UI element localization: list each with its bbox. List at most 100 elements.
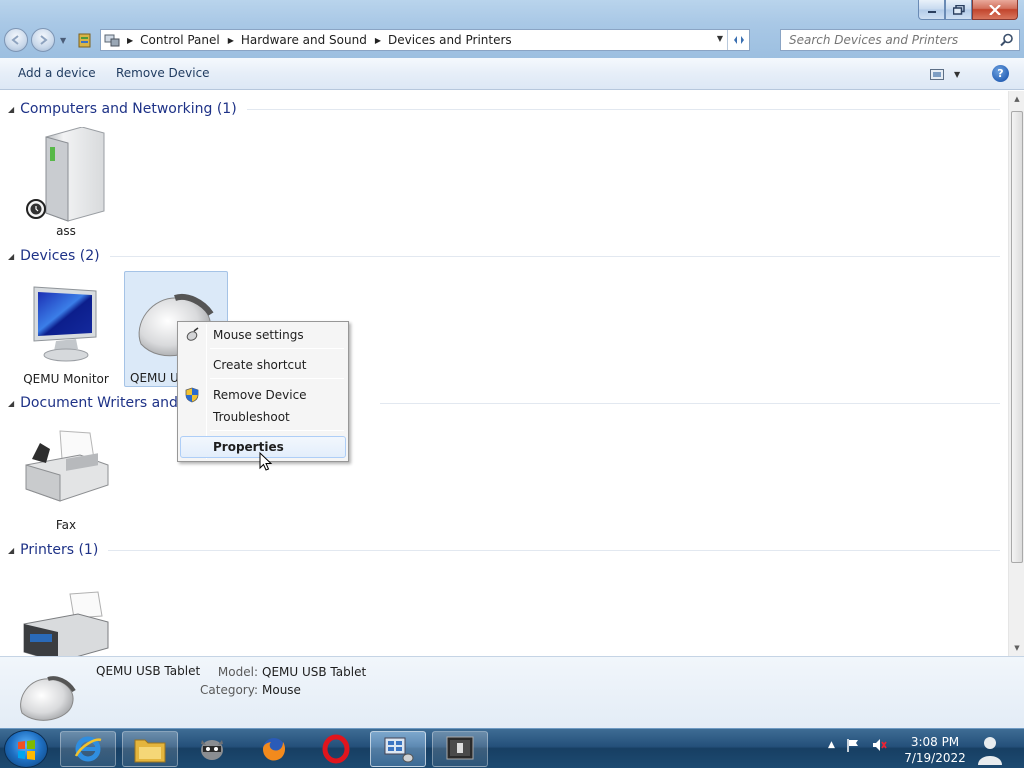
back-arrow-icon <box>11 35 19 45</box>
internet-explorer-icon <box>74 736 102 762</box>
group-title: Printers (1) <box>20 542 99 558</box>
menu-item-label: Properties <box>213 440 284 454</box>
command-bar: Add a device Remove Device ▼ ? <box>0 58 1024 90</box>
taskbar-opera[interactable] <box>308 731 364 767</box>
windows-logo-icon <box>18 740 35 760</box>
selected-device-name: QEMU USB Tablet <box>96 664 201 678</box>
clock-date: 7/19/2022 <box>904 751 966 765</box>
collapse-arrow-icon[interactable]: ◢ <box>8 546 14 555</box>
breadcrumb-separator[interactable]: ▶ <box>375 36 381 45</box>
menu-item-mouse-settings[interactable]: Mouse settings <box>180 324 346 346</box>
taskbar-task-app[interactable] <box>432 731 488 767</box>
taskbar-file-explorer[interactable] <box>122 731 178 767</box>
recent-pages-dropdown[interactable]: ▼ <box>60 36 66 45</box>
scroll-up-arrow-icon[interactable]: ▲ <box>1009 91 1024 107</box>
clock-time: 3:08 PM <box>910 735 960 749</box>
mouse-cursor-icon <box>259 452 273 471</box>
minimize-icon <box>927 10 936 13</box>
menu-item-remove-device[interactable]: Remove Device <box>180 384 346 406</box>
volume-muted-icon[interactable] <box>871 737 887 753</box>
scroll-thumb[interactable] <box>1011 111 1023 563</box>
opera-icon <box>322 734 350 764</box>
devices-location-icon <box>101 30 123 50</box>
taskbar-internet-explorer[interactable] <box>60 731 116 767</box>
minimize-button[interactable] <box>918 0 945 20</box>
group-header-document-writers[interactable]: ◢ Document Writers and F <box>8 393 1000 413</box>
monitor-icon <box>18 275 114 371</box>
menu-separator <box>210 348 344 349</box>
device-item[interactable]: Fax <box>14 421 118 537</box>
breadcrumb-control-panel[interactable]: Control Panel <box>140 33 220 47</box>
taskbar-raccoon-app[interactable] <box>184 731 240 767</box>
context-menu: Mouse settings Create shortcut Remove De… <box>177 321 349 462</box>
control-panel-folder-icon <box>78 32 92 51</box>
group-title: Document Writers and F <box>20 395 191 411</box>
device-label: ass <box>56 224 76 238</box>
device-label: Fax <box>55 518 77 532</box>
user-icon <box>978 737 1002 765</box>
address-history-dropdown[interactable]: ▼ <box>717 34 723 43</box>
remove-device-button[interactable]: Remove Device <box>116 66 210 80</box>
menu-item-label: Remove Device <box>213 388 307 402</box>
devices-content-area: ◢ Computers and Networking (1) ass ◢ Dev… <box>0 91 1008 656</box>
start-button[interactable] <box>4 730 48 768</box>
forward-button[interactable] <box>31 28 55 52</box>
system-tray: ▲ <box>828 737 887 753</box>
refresh-button[interactable] <box>727 30 749 50</box>
vertical-scrollbar[interactable]: ▲ ▼ <box>1008 91 1024 656</box>
forward-arrow-icon <box>40 35 48 45</box>
collapse-arrow-icon[interactable]: ◢ <box>8 252 14 261</box>
menu-item-create-shortcut[interactable]: Create shortcut <box>180 354 346 376</box>
scroll-down-arrow-icon[interactable]: ▼ <box>1009 640 1024 656</box>
search-input[interactable] <box>781 33 991 47</box>
window-controls <box>918 0 1018 20</box>
details-pane: QEMU USB Tablet Model: QEMU USB Tablet C… <box>0 656 1024 728</box>
title-bar: ▼ ▶ Control Panel ▶ Hardware and Sound ▶… <box>0 0 1024 58</box>
mouse-settings-icon <box>184 327 200 343</box>
model-label: Model: <box>217 665 258 679</box>
breadcrumb: ▶ Control Panel ▶ Hardware and Sound ▶ D… <box>123 33 512 47</box>
menu-item-troubleshoot[interactable]: Troubleshoot <box>180 406 346 428</box>
group-divider <box>246 108 1000 110</box>
taskbar-firefox[interactable] <box>246 731 302 767</box>
taskbar-devices-and-printers[interactable] <box>370 731 426 767</box>
menu-separator <box>210 430 344 431</box>
menu-item-label: Mouse settings <box>213 328 304 342</box>
breadcrumb-separator[interactable]: ▶ <box>127 36 133 45</box>
category-label: Category: <box>200 683 258 697</box>
menu-item-label: Create shortcut <box>213 358 307 372</box>
show-hidden-icons-icon[interactable]: ▲ <box>828 740 835 750</box>
file-explorer-icon <box>134 739 166 763</box>
breadcrumb-hardware-and-sound[interactable]: Hardware and Sound <box>241 33 367 47</box>
uac-shield-icon <box>184 387 200 403</box>
help-button[interactable]: ? <box>992 65 1009 82</box>
address-bar[interactable]: ▶ Control Panel ▶ Hardware and Sound ▶ D… <box>100 29 750 51</box>
add-device-button[interactable]: Add a device <box>18 66 96 80</box>
collapse-arrow-icon[interactable]: ◢ <box>8 399 14 408</box>
group-header-devices[interactable]: ◢ Devices (2) <box>8 246 1000 266</box>
action-center-flag-icon[interactable] <box>845 737 861 753</box>
device-item[interactable] <box>14 569 118 656</box>
clock[interactable]: 3:08 PM 7/19/2022 <box>900 734 970 766</box>
back-button[interactable] <box>4 28 28 52</box>
close-button[interactable] <box>972 0 1018 20</box>
group-title: Computers and Networking (1) <box>20 101 237 117</box>
group-divider <box>380 402 1000 404</box>
breadcrumb-separator[interactable]: ▶ <box>228 36 234 45</box>
group-header-printers[interactable]: ◢ Printers (1) <box>8 540 1000 560</box>
group-header-computers[interactable]: ◢ Computers and Networking (1) <box>8 99 1000 119</box>
user-avatar[interactable] <box>972 731 1008 767</box>
change-view-button[interactable]: ▼ <box>930 67 970 81</box>
breadcrumb-devices-and-printers[interactable]: Devices and Printers <box>388 33 512 47</box>
menu-item-label: Troubleshoot <box>213 410 290 424</box>
raccoon-app-icon <box>201 740 223 760</box>
menu-separator <box>210 378 344 379</box>
device-item[interactable]: QEMU Monitor <box>14 275 118 391</box>
device-item[interactable]: ass <box>14 127 118 243</box>
maximize-button[interactable] <box>945 0 972 20</box>
search-icon[interactable] <box>1000 33 1014 50</box>
collapse-arrow-icon[interactable]: ◢ <box>8 105 14 114</box>
computer-icon <box>18 127 114 223</box>
close-icon <box>989 4 1001 15</box>
view-options-arrow-icon[interactable]: ▼ <box>954 70 960 79</box>
